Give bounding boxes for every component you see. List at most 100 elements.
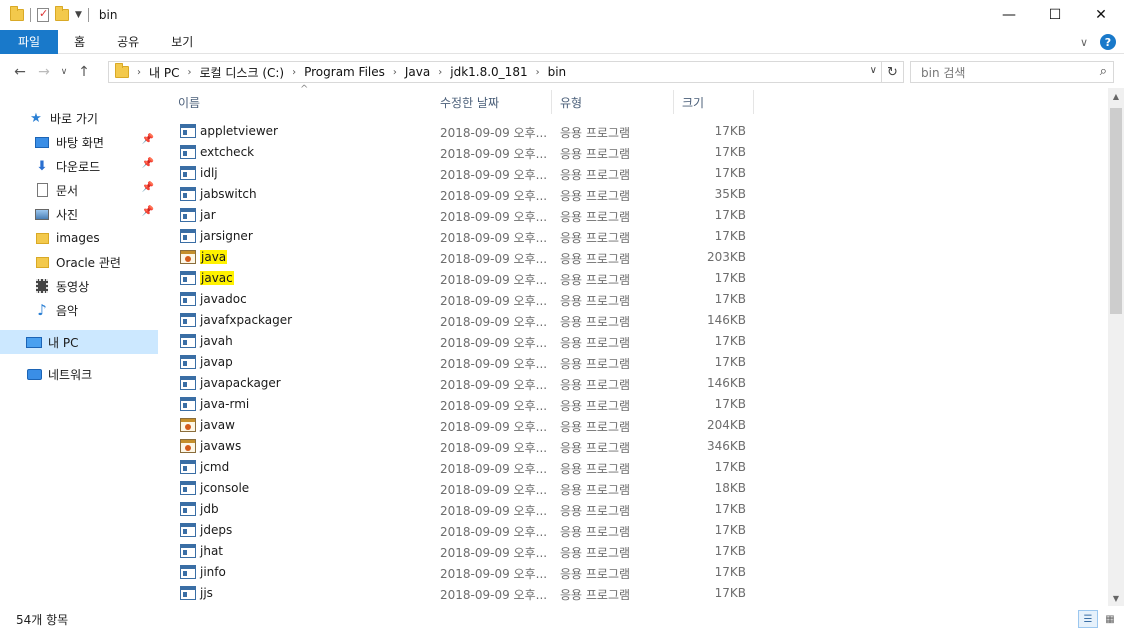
file-row[interactable]: javaw 2018-09-09 오후... 응용 프로그램 204KB: [170, 415, 770, 436]
file-row[interactable]: jhat 2018-09-09 오후... 응용 프로그램 17KB: [170, 541, 770, 562]
tab-file[interactable]: 파일: [0, 29, 59, 54]
new-folder-icon[interactable]: [55, 6, 69, 21]
sidebar-item-downloads[interactable]: ⬇ 다운로드 📌: [0, 154, 158, 178]
customize-toolbar-chevron-icon[interactable]: ▼: [75, 10, 82, 20]
file-type: 응용 프로그램: [560, 231, 631, 245]
file-row[interactable]: jar 2018-09-09 오후... 응용 프로그램 17KB: [170, 205, 770, 226]
pin-icon[interactable]: 📌: [142, 158, 154, 169]
file-size: 146KB: [706, 313, 746, 327]
pictures-icon: [35, 208, 49, 220]
file-row[interactable]: javaws 2018-09-09 오후... 응용 프로그램 346KB: [170, 436, 770, 457]
file-row[interactable]: javapackager 2018-09-09 오후... 응용 프로그램 146KB: [170, 373, 770, 394]
forward-button[interactable]: →: [32, 64, 56, 80]
navigation-bar: ← → ∨ ↑ › 내 PC › 로컬 디스크 (C:) › Program F…: [0, 58, 1124, 86]
maximize-button[interactable]: ☐: [1032, 0, 1078, 30]
sidebar-item-images[interactable]: images: [0, 226, 158, 250]
chevron-right-icon[interactable]: ›: [438, 67, 442, 78]
file-row[interactable]: javafxpackager 2018-09-09 오후... 응용 프로그램 146…: [170, 310, 770, 331]
help-icon[interactable]: ?: [1100, 34, 1116, 50]
sidebar-item-network[interactable]: 네트워크: [0, 362, 158, 386]
sidebar-item-desktop[interactable]: 바탕 화면 📌: [0, 130, 158, 154]
file-row[interactable]: appletviewer 2018-09-09 오후... 응용 프로그램 17KB: [170, 121, 770, 142]
ribbon-tabs: 파일 홈 공유 보기 ∨ ?: [0, 29, 1124, 54]
file-type: 응용 프로그램: [560, 483, 631, 497]
file-name: javafxpackager: [200, 313, 293, 327]
sidebar-item-videos[interactable]: 동영상: [0, 274, 158, 298]
file-name: jcmd: [200, 460, 230, 474]
refresh-button[interactable]: ↻: [882, 61, 904, 83]
chevron-right-icon[interactable]: ›: [393, 67, 397, 78]
up-button[interactable]: ↑: [72, 64, 96, 80]
sidebar-item-this-pc[interactable]: 내 PC: [0, 330, 158, 354]
details-view-button[interactable]: ☰: [1078, 610, 1098, 628]
file-row[interactable]: jarsigner 2018-09-09 오후... 응용 프로그램 17KB: [170, 226, 770, 247]
breadcrumb-bin[interactable]: bin: [548, 65, 567, 79]
quick-access-toolbar: ▼: [10, 6, 89, 22]
file-size: 35KB: [714, 187, 746, 201]
chevron-right-icon[interactable]: ›: [536, 67, 540, 78]
address-dropdown-chevron-icon[interactable]: ∨: [870, 65, 877, 76]
file-size: 17KB: [714, 145, 746, 159]
app-icon: [180, 292, 196, 306]
file-size: 17KB: [714, 502, 746, 516]
address-bar[interactable]: › 내 PC › 로컬 디스크 (C:) › Program Files › J…: [108, 61, 882, 83]
file-size: 17KB: [714, 544, 746, 558]
tab-share[interactable]: 공유: [101, 30, 155, 54]
file-row[interactable]: extcheck 2018-09-09 오후... 응용 프로그램 17KB: [170, 142, 770, 163]
sidebar-item-label: 바로 가기: [50, 111, 98, 126]
sidebar-item-quick-access[interactable]: ★ 바로 가기: [0, 106, 158, 130]
file-row[interactable]: jdeps 2018-09-09 오후... 응용 프로그램 17KB: [170, 520, 770, 541]
file-row[interactable]: javac 2018-09-09 오후... 응용 프로그램 17KB: [170, 268, 770, 289]
column-header-size[interactable]: 크기: [674, 90, 754, 114]
breadcrumb-jdk[interactable]: jdk1.8.0_181: [450, 65, 527, 79]
file-name: javaw: [200, 418, 235, 432]
recent-locations-chevron-icon[interactable]: ∨: [56, 67, 72, 77]
column-header-type[interactable]: 유형: [552, 90, 674, 114]
breadcrumb-this-pc[interactable]: 내 PC: [149, 64, 179, 81]
breadcrumb-java[interactable]: Java: [405, 65, 430, 79]
tab-home[interactable]: 홈: [58, 30, 101, 54]
large-icons-view-button[interactable]: ▦: [1100, 610, 1120, 628]
file-row[interactable]: jdb 2018-09-09 오후... 응용 프로그램 17KB: [170, 499, 770, 520]
file-row[interactable]: javadoc 2018-09-09 오후... 응용 프로그램 17KB: [170, 289, 770, 310]
file-row[interactable]: jinfo 2018-09-09 오후... 응용 프로그램 17KB: [170, 562, 770, 583]
scrollbar-thumb[interactable]: [1110, 108, 1122, 314]
scroll-down-arrow-icon[interactable]: ▼: [1108, 590, 1124, 606]
file-row[interactable]: idlj 2018-09-09 오후... 응용 프로그램 17KB: [170, 163, 770, 184]
minimize-button[interactable]: —: [986, 0, 1032, 30]
file-row[interactable]: jjs 2018-09-09 오후... 응용 프로그램 17KB: [170, 583, 770, 604]
scroll-up-arrow-icon[interactable]: ▲: [1108, 88, 1124, 104]
file-row[interactable]: java 2018-09-09 오후... 응용 프로그램 203KB: [170, 247, 770, 268]
file-type: 응용 프로그램: [560, 336, 631, 350]
vertical-scrollbar[interactable]: ▲ ▼: [1108, 88, 1124, 606]
file-row[interactable]: jabswitch 2018-09-09 오후... 응용 프로그램 35KB: [170, 184, 770, 205]
breadcrumb-local-disk[interactable]: 로컬 디스크 (C:): [199, 64, 284, 81]
file-date: 2018-09-09 오후...: [440, 252, 548, 266]
expand-ribbon-chevron-icon[interactable]: ∨: [1080, 36, 1088, 49]
sidebar-item-music[interactable]: ♪ 음악: [0, 298, 158, 322]
file-row[interactable]: jconsole 2018-09-09 오후... 응용 프로그램 18KB: [170, 478, 770, 499]
search-input[interactable]: bin 검색 ⌕: [910, 61, 1114, 83]
folder-icon: [35, 256, 49, 268]
sidebar-item-documents[interactable]: 문서 📌: [0, 178, 158, 202]
file-row[interactable]: jcmd 2018-09-09 오후... 응용 프로그램 17KB: [170, 457, 770, 478]
pin-icon[interactable]: 📌: [142, 206, 154, 217]
sidebar-item-oracle[interactable]: Oracle 관련: [0, 250, 158, 274]
chevron-right-icon[interactable]: ›: [137, 67, 141, 78]
sidebar-item-pictures[interactable]: 사진 📌: [0, 202, 158, 226]
file-row[interactable]: java-rmi 2018-09-09 오후... 응용 프로그램 17KB: [170, 394, 770, 415]
back-button[interactable]: ←: [8, 64, 32, 80]
column-header-date[interactable]: 수정한 날짜: [432, 90, 552, 114]
divider: [87, 8, 89, 22]
file-row[interactable]: javah 2018-09-09 오후... 응용 프로그램 17KB: [170, 331, 770, 352]
close-button[interactable]: ✕: [1078, 0, 1124, 30]
pin-icon[interactable]: 📌: [142, 182, 154, 193]
breadcrumb-program-files[interactable]: Program Files: [304, 65, 385, 79]
file-row[interactable]: javap 2018-09-09 오후... 응용 프로그램 17KB: [170, 352, 770, 373]
pin-icon[interactable]: 📌: [142, 134, 154, 145]
tab-view[interactable]: 보기: [155, 30, 209, 54]
column-header-name[interactable]: 이름: [170, 90, 432, 114]
properties-icon[interactable]: [37, 7, 49, 22]
chevron-right-icon[interactable]: ›: [187, 67, 191, 78]
chevron-right-icon[interactable]: ›: [292, 67, 296, 78]
